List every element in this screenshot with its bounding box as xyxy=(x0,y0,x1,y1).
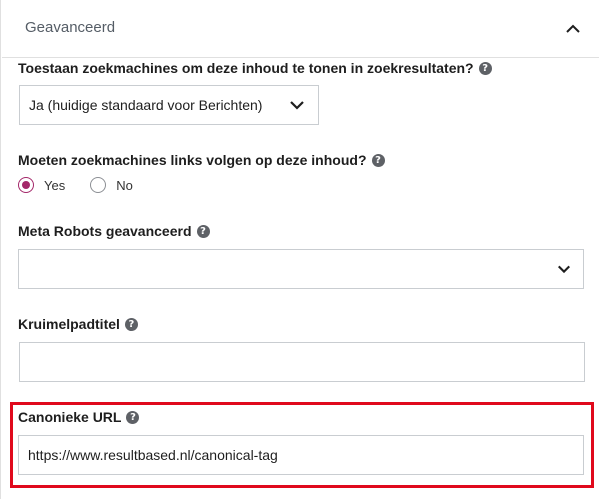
seo-advanced-panel: Geavanceerd Toestaan zoekmachines om dez… xyxy=(0,0,599,499)
chevron-down-icon xyxy=(290,101,304,110)
follow-links-label: Moeten zoekmachines links volgen op deze… xyxy=(18,152,385,168)
canonical-url-label: Canonieke URL ? xyxy=(18,409,140,425)
help-icon[interactable]: ? xyxy=(478,61,492,75)
canonical-url-input[interactable] xyxy=(18,435,584,475)
radio-yes-label[interactable]: Yes xyxy=(44,178,65,193)
help-icon[interactable]: ? xyxy=(124,317,138,331)
follow-links-radio-group: Yes No xyxy=(18,177,133,193)
search-visibility-selected: Ja (huidige standaard voor Berichten) xyxy=(29,97,263,113)
radio-no-label[interactable]: No xyxy=(116,178,133,193)
meta-robots-select[interactable] xyxy=(18,249,584,289)
chevron-up-icon[interactable] xyxy=(564,20,582,38)
meta-robots-label: Meta Robots geavanceerd ? xyxy=(18,223,210,239)
help-icon[interactable]: ? xyxy=(196,224,210,238)
search-visibility-select[interactable]: Ja (huidige standaard voor Berichten) xyxy=(19,85,319,125)
breadcrumb-title-input[interactable] xyxy=(19,342,585,382)
meta-robots-label-text: Meta Robots geavanceerd xyxy=(18,223,192,239)
advanced-section-header[interactable]: Geavanceerd xyxy=(2,0,599,58)
breadcrumb-title-label: Kruimelpadtitel ? xyxy=(18,316,138,332)
help-icon[interactable]: ? xyxy=(126,410,140,424)
follow-links-label-text: Moeten zoekmachines links volgen op deze… xyxy=(18,152,367,168)
search-visibility-label-text: Toestaan zoekmachines om deze inhoud te … xyxy=(18,60,474,76)
help-icon[interactable]: ? xyxy=(371,153,385,167)
canonical-url-label-text: Canonieke URL xyxy=(18,409,122,425)
section-title: Geavanceerd xyxy=(25,19,116,36)
radio-no[interactable] xyxy=(90,177,107,193)
breadcrumb-title-label-text: Kruimelpadtitel xyxy=(18,316,120,332)
search-visibility-label: Toestaan zoekmachines om deze inhoud te … xyxy=(18,60,492,76)
radio-yes[interactable] xyxy=(18,177,34,193)
chevron-down-icon xyxy=(558,265,570,274)
